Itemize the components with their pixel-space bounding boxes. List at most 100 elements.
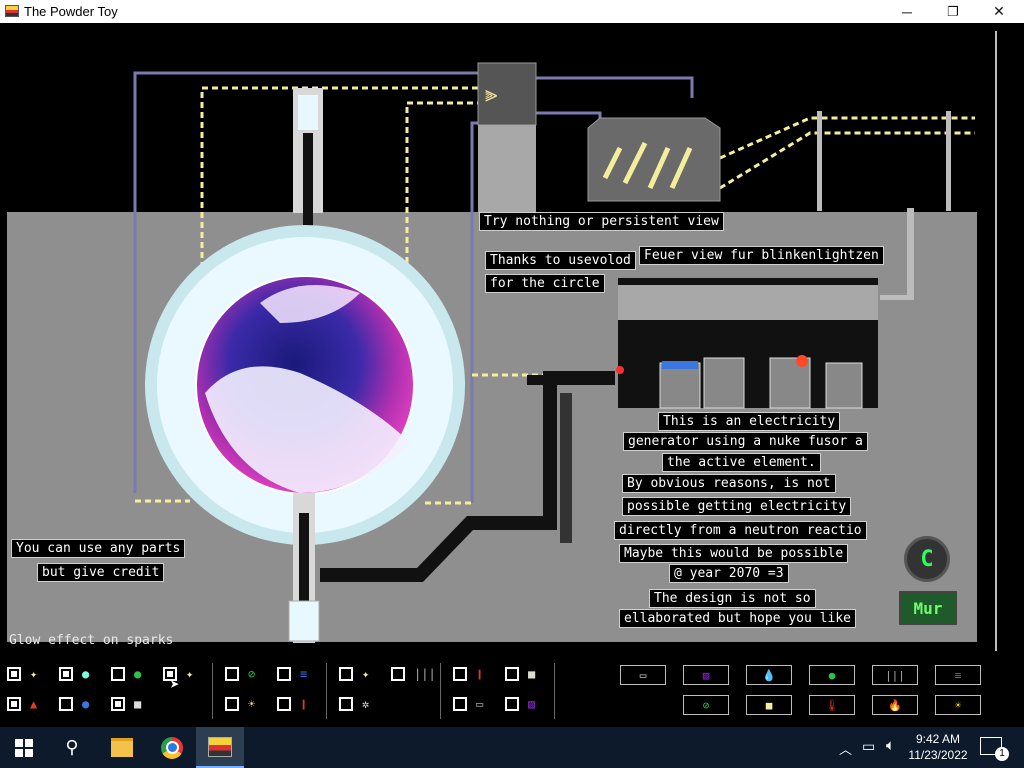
sign-reasons-line2[interactable]: possible getting electricity [622, 497, 852, 516]
powder-toy-app-icon [5, 5, 19, 17]
drop-button[interactable]: 💧 [746, 665, 792, 685]
toggle-bars[interactable] [391, 667, 405, 681]
striped-button[interactable]: ▨ [683, 665, 729, 685]
sign-design-line1[interactable]: The design is not so [649, 589, 816, 608]
toggle-fan[interactable] [339, 697, 353, 711]
sign-circle[interactable]: for the circle [485, 274, 605, 293]
sign-thanks[interactable]: Thanks to usevolod [485, 251, 636, 270]
toggle-thermometer[interactable] [277, 697, 291, 711]
star-icon: ✦ [186, 667, 194, 681]
heater-icon: ▭ [476, 697, 484, 711]
lines-button[interactable]: ≡ [935, 665, 981, 685]
fan-icon: ✲ [362, 697, 370, 711]
maximize-button[interactable]: ❐ [930, 0, 976, 23]
toggle-sun[interactable] [225, 697, 239, 711]
element-toolbar: ✦ ● ● ✦ ▲ ● ■ ➤ ⊘ ≡ ☀ ❙ ✦ ||| ✲ ❙ ■ ▭ ▨ … [0, 655, 1024, 727]
spark-icon: ✦ [30, 667, 38, 681]
toolbar-separator [326, 663, 327, 719]
window-title: The Powder Toy [24, 4, 118, 19]
thermometer-icon: ❙ [300, 697, 308, 711]
close-button[interactable]: ✕ [976, 0, 1022, 23]
toggle-fire[interactable] [7, 697, 21, 711]
fire-icon: 🔥 [888, 698, 902, 712]
toggle-square[interactable] [505, 667, 519, 681]
sign-generator-line2[interactable]: generator using a nuke fusor a [623, 432, 868, 451]
circuit-wires: ⫸ [133, 62, 975, 643]
dot-icon: ■ [134, 697, 142, 711]
start-button[interactable] [0, 727, 48, 768]
network-icon[interactable]: ▭ [862, 738, 875, 755]
square-icon: ■ [528, 667, 536, 681]
toggle-striped[interactable] [505, 697, 519, 711]
drop-icon: ● [82, 697, 90, 711]
wall-circle-button[interactable]: ⊘ [683, 695, 729, 715]
toggle-star2[interactable] [339, 667, 353, 681]
bars-icon: ||| [414, 667, 436, 681]
file-explorer-button[interactable] [98, 727, 146, 768]
windows-taskbar: ⚲ ︿ ▭ 🔈︎ 9:42 AM 11/23/2022 1 [0, 727, 1024, 768]
toggle-cloud[interactable] [59, 667, 73, 681]
sign-reasons-line3[interactable]: directly from a neutron reactio [614, 521, 867, 540]
square-button[interactable]: ■ [746, 695, 792, 715]
clock[interactable]: 9:42 AM 11/23/2022 [906, 731, 970, 763]
toggle-drop[interactable] [59, 697, 73, 711]
thermometer-icon: 🌡 [825, 698, 839, 712]
toolbar-separator [440, 663, 441, 719]
cloud-icon: ● [82, 667, 90, 681]
window-titlebar: The Powder Toy ─ ❐ ✕ [0, 0, 1024, 23]
sun-icon: ☀ [954, 698, 962, 712]
thermometer-button[interactable]: 🌡 [809, 695, 855, 715]
sign-persistent-view[interactable]: Try nothing or persistent view [479, 212, 724, 231]
green-blob-icon: ● [828, 668, 836, 682]
wall-circle-icon: ⊘ [248, 667, 256, 681]
mur-logo: Mur [899, 591, 957, 625]
sign-maybe-line2[interactable]: @ year 2070 =3 [669, 564, 789, 583]
folder-icon [111, 738, 133, 757]
fire-button[interactable]: 🔥 [872, 695, 918, 715]
clock-date: 11/23/2022 [908, 748, 968, 762]
minimize-button[interactable]: ─ [884, 0, 930, 23]
sign-generator-line1[interactable]: This is an electricity [658, 412, 841, 431]
toggle-wall-circle[interactable] [225, 667, 239, 681]
simulation-canvas[interactable]: ⫸ Try nothing or persistent view Thanks … [0, 23, 1024, 655]
sign-generator-line3[interactable]: the active element. [662, 453, 821, 472]
search-icon: ⚲ [65, 737, 79, 757]
toggle-green-blob[interactable] [111, 667, 125, 681]
thermometer-icon: ❙ [476, 667, 484, 681]
toggle-dot[interactable] [111, 697, 125, 711]
green-blob-button[interactable]: ● [809, 665, 855, 685]
toggle-heater[interactable] [453, 697, 467, 711]
sign-credit-line2[interactable]: but give credit [37, 563, 165, 582]
clock-time: 9:42 AM [915, 732, 961, 746]
sign-reasons-line1[interactable]: By obvious reasons, is not [622, 474, 836, 493]
drop-icon: 💧 [762, 668, 776, 682]
toggle-lines[interactable] [277, 667, 291, 681]
star-icon: ✦ [362, 667, 370, 681]
sign-feuer-view[interactable]: Feuer view fur blinkenlightzen [639, 246, 884, 265]
volume-icon[interactable]: 🔈︎ [886, 737, 895, 754]
powder-toy-taskbar-button[interactable] [196, 727, 244, 768]
sign-maybe-line1[interactable]: Maybe this would be possible [619, 544, 849, 563]
sign-credit-line1[interactable]: You can use any parts [11, 539, 186, 558]
chrome-button[interactable] [148, 727, 196, 768]
fire-icon: ▲ [30, 697, 38, 711]
lines-icon: ≡ [954, 668, 962, 682]
square-icon: ■ [765, 698, 773, 712]
wall-circle-icon: ⊘ [702, 698, 710, 712]
bars-button[interactable]: ||| [872, 665, 918, 685]
sun-icon: ☀ [248, 697, 256, 711]
notification-count-badge: 1 [995, 747, 1009, 761]
show-hidden-icons-icon[interactable]: ︿ [839, 739, 852, 758]
sun-button[interactable]: ☀ [935, 695, 981, 715]
sign-design-line2[interactable]: ellaborated but hope you like [619, 609, 856, 628]
gallery-icon: ▭ [639, 668, 647, 682]
svg-text:⫸: ⫸ [485, 82, 497, 107]
gallery-button[interactable]: ▭ [620, 665, 666, 685]
green-blob-icon: ● [134, 667, 142, 681]
search-button[interactable]: ⚲ [48, 727, 96, 768]
toggle-spark[interactable] [7, 667, 21, 681]
glow-effect-note: Glow effect on sparks [9, 633, 174, 648]
toolbar-separator [554, 663, 555, 719]
toggle-thermometer2[interactable] [453, 667, 467, 681]
powder-toy-icon [208, 736, 232, 757]
